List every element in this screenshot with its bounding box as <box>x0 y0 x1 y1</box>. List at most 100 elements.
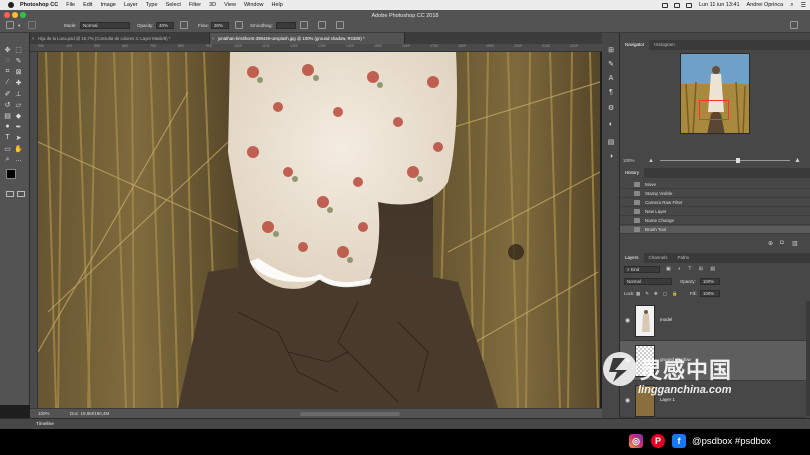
adjustments-panel-icon[interactable]: ◐ <box>607 121 615 129</box>
layer-opacity-input[interactable]: 100% <box>700 278 720 285</box>
timeline-panel[interactable]: Timeline <box>0 418 810 429</box>
airbrush-icon[interactable] <box>235 21 243 29</box>
marquee-tool-icon[interactable]: ⬚ <box>14 45 23 54</box>
healing-tool-icon[interactable]: ✚ <box>14 78 23 87</box>
brush-settings-icon[interactable]: ✎ <box>607 61 615 69</box>
type-tool-icon[interactable]: T <box>3 133 12 142</box>
brush-panel-icon[interactable] <box>28 21 36 29</box>
history-item[interactable]: New Layer <box>620 208 810 216</box>
pen-tool-icon[interactable]: ✒ <box>14 122 23 131</box>
swatches-panel-icon[interactable]: ◑ <box>607 153 615 161</box>
eye-icon[interactable]: ◉ <box>625 317 630 324</box>
minimize-window-icon[interactable] <box>12 12 18 18</box>
hand-tool-icon[interactable]: ✋ <box>14 144 23 153</box>
horizontal-scrollbar[interactable] <box>300 412 400 416</box>
paragraph-panel-icon[interactable]: ¶ <box>607 89 615 97</box>
zoom-in-icon[interactable]: ▲ <box>794 156 801 166</box>
navigator-thumbnail[interactable] <box>680 53 750 134</box>
frame-tool-icon[interactable]: ⊠ <box>14 67 23 76</box>
layer-filter-icons[interactable]: ▣ ◐ T ⊞ ▤ <box>666 266 746 273</box>
foreground-color-swatch[interactable] <box>6 169 16 179</box>
menu-3d[interactable]: 3D <box>209 2 216 8</box>
history-item-active[interactable]: Brush Tool <box>620 226 810 234</box>
menubar-datetime[interactable]: Lun 11 iun 13:41 <box>699 2 740 8</box>
wifi-icon[interactable] <box>673 2 680 8</box>
history-snapshot-icon[interactable]: ⊕ <box>768 240 773 247</box>
eye-icon[interactable]: ◉ <box>625 397 630 404</box>
more-tools-icon[interactable]: … <box>14 155 23 164</box>
menu-layer[interactable]: Layer <box>124 2 138 8</box>
tab-jonathan-unsplash[interactable]: × jonathan-kristihorst-398449-unsplash.j… <box>210 33 405 44</box>
menubar-status-icon[interactable] <box>661 2 668 8</box>
path-select-tool-icon[interactable]: ➤ <box>14 133 23 142</box>
opacity-input[interactable]: 40% <box>156 22 174 29</box>
menu-select[interactable]: Select <box>166 2 181 8</box>
move-tool-icon[interactable]: ✥ <box>3 45 12 54</box>
battery-icon[interactable] <box>685 2 692 8</box>
tab-history[interactable]: History <box>620 168 645 178</box>
layer-name[interactable]: model <box>660 317 672 322</box>
apple-icon[interactable] <box>8 2 14 8</box>
stamp-tool-icon[interactable]: ⊥ <box>14 89 23 98</box>
menubar-user[interactable]: Andrei Oprinca <box>747 2 784 8</box>
history-item[interactable]: Stamp Visible <box>620 190 810 198</box>
menu-file[interactable]: File <box>66 2 75 8</box>
eyedropper-tool-icon[interactable]: ⁄ <box>3 78 12 87</box>
blur-tool-icon[interactable]: ◆ <box>14 111 23 120</box>
pressure-opacity-icon[interactable] <box>180 21 188 29</box>
history-brush-tool-icon[interactable]: ↺ <box>3 100 12 109</box>
close-tab-icon[interactable]: × <box>32 33 35 44</box>
menu-help[interactable]: Help <box>272 2 283 8</box>
navigator-zoom-value[interactable]: 100% <box>623 156 635 166</box>
brush-tool-icon[interactable]: ✐ <box>3 89 12 98</box>
zoom-tool-icon[interactable]: ⌕ <box>3 155 12 164</box>
navigator-view-box[interactable] <box>699 100 729 120</box>
layers-scrollbar[interactable] <box>806 301 810 416</box>
menu-filter[interactable]: Filter <box>189 2 201 8</box>
document-canvas[interactable] <box>38 52 600 408</box>
workspace-icon[interactable] <box>790 21 798 29</box>
layer-kind-filter[interactable]: ⌕ Kind <box>624 266 660 273</box>
smoothing-options-icon[interactable] <box>300 21 308 29</box>
menu-list-icon[interactable]: ☰ <box>801 2 806 9</box>
shape-tool-icon[interactable]: ▭ <box>3 144 12 153</box>
flow-input[interactable]: 30% <box>211 22 229 29</box>
libraries-panel-icon[interactable]: ▤ <box>607 139 615 147</box>
menu-image[interactable]: Image <box>101 2 116 8</box>
close-tab-icon[interactable]: × <box>212 33 215 44</box>
menu-edit[interactable]: Edit <box>83 2 92 8</box>
layer-row-model[interactable]: ◉ model <box>620 301 806 341</box>
close-window-icon[interactable] <box>4 12 10 18</box>
fill-input[interactable]: 100% <box>700 290 720 297</box>
eraser-tool-icon[interactable]: ▱ <box>14 100 23 109</box>
spotlight-icon[interactable]: ⌕ <box>790 2 793 9</box>
quick-select-tool-icon[interactable]: ✎ <box>14 56 23 65</box>
history-item[interactable]: Name Change <box>620 217 810 225</box>
layer-name[interactable]: Layer 1 <box>660 397 675 402</box>
tab-navigator[interactable]: Navigator <box>620 40 650 50</box>
mode-select[interactable]: Normal <box>80 22 130 29</box>
blend-mode-select[interactable]: Normal <box>624 278 672 285</box>
history-item[interactable]: Camera Raw Filter <box>620 199 810 207</box>
navigator-zoom-knob[interactable] <box>736 158 740 163</box>
menu-app-name[interactable]: Photoshop CC <box>20 2 58 8</box>
brush-size-label[interactable]: ▾ <box>18 22 20 29</box>
zoom-out-icon[interactable]: ▲ <box>648 156 654 166</box>
tab-histogram[interactable]: Histogram <box>649 40 680 50</box>
crop-tool-icon[interactable]: ⌗ <box>3 67 12 76</box>
history-trash-icon[interactable]: ▥ <box>792 240 798 247</box>
quick-mask-icon[interactable] <box>6 191 14 197</box>
zoom-window-icon[interactable] <box>20 12 26 18</box>
gradient-tool-icon[interactable]: ▤ <box>3 111 12 120</box>
lasso-tool-icon[interactable]: ◌ <box>3 56 12 65</box>
history-panel-icon[interactable]: ⊞ <box>607 47 615 55</box>
smoothing-input[interactable] <box>276 22 296 29</box>
brush-preset-icon[interactable] <box>6 21 14 29</box>
tab-layers[interactable]: Layers <box>620 253 644 263</box>
history-item[interactable]: Move <box>620 181 810 189</box>
symmetry-icon[interactable] <box>336 21 344 29</box>
tab-channels[interactable]: Channels <box>644 253 673 263</box>
navigator-zoom-slider[interactable] <box>660 160 790 161</box>
screen-mode-icon[interactable] <box>17 191 25 197</box>
history-camera-icon[interactable]: ◘ <box>780 240 784 246</box>
